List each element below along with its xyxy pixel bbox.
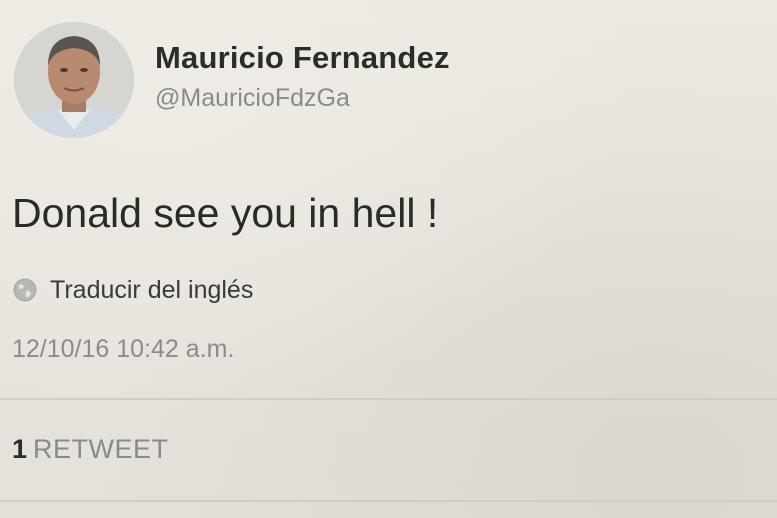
avatar[interactable] bbox=[14, 22, 134, 138]
translate-row[interactable]: Traducir del inglés bbox=[12, 274, 253, 306]
divider bbox=[0, 398, 777, 400]
tweet-text: Donald see you in hell ! bbox=[12, 190, 439, 236]
divider bbox=[0, 500, 777, 502]
retweet-label: RETWEET bbox=[33, 434, 169, 464]
tweet-detail: Mauricio Fernandez @MauricioFdzGa Donald… bbox=[0, 0, 777, 518]
user-avatar-icon bbox=[14, 22, 134, 138]
tweet-timestamp: 12/10/16 10:42 a.m. bbox=[12, 335, 235, 363]
retweet-count: 1 bbox=[12, 434, 28, 464]
author-display-name[interactable]: Mauricio Fernandez bbox=[155, 40, 450, 76]
retweet-stat[interactable]: 1 RETWEET bbox=[12, 434, 169, 465]
globe-icon bbox=[12, 277, 38, 303]
translate-link[interactable]: Traducir del inglés bbox=[50, 276, 253, 305]
author-handle[interactable]: @MauricioFdzGa bbox=[155, 84, 350, 113]
